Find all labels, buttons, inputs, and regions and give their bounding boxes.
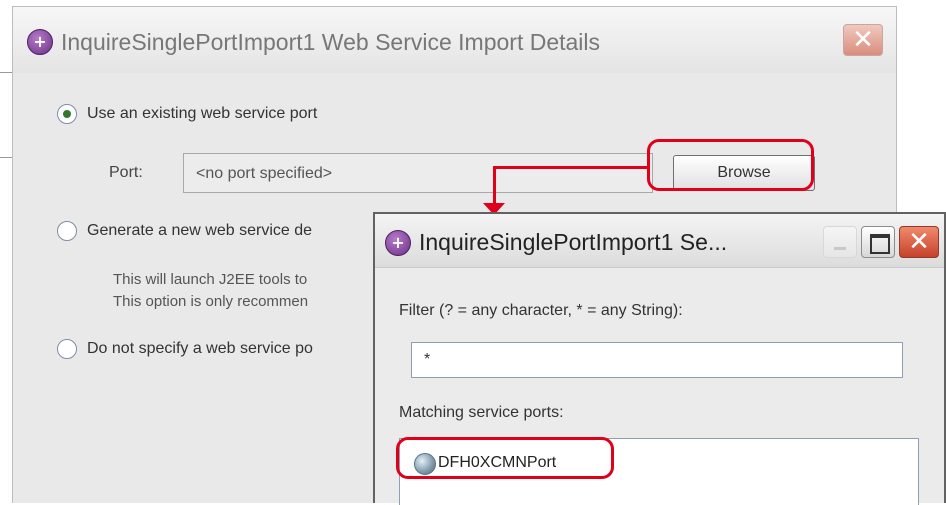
edge-line <box>0 157 12 158</box>
close-icon: ✕ <box>908 227 930 257</box>
port-value: <no port specified> <box>196 165 333 182</box>
edge-line <box>0 72 12 73</box>
dialog-title: InquireSinglePortImport1 Web Service Imp… <box>61 29 601 55</box>
maximize-button[interactable] <box>861 226 895 258</box>
minimize-button[interactable] <box>823 226 857 258</box>
option-existing-label: Use an existing web service port <box>87 105 318 122</box>
app-icon: + <box>27 29 53 55</box>
close-icon: ✕ <box>852 25 874 55</box>
callout-arrow-line <box>493 166 648 169</box>
browse-highlight <box>647 139 814 191</box>
matching-ports-label: Matching service ports: <box>399 404 564 421</box>
filter-input[interactable]: * <box>411 342 903 378</box>
port-item-highlight <box>396 437 614 479</box>
popup-titlebar: + InquireSinglePortImport1 Se... ✕ <box>375 214 944 268</box>
option-generate-label: Generate a new web service de <box>87 222 313 239</box>
callout-arrow-line <box>493 166 496 206</box>
radio-no-port[interactable] <box>57 339 77 359</box>
port-label: Port: <box>109 164 143 181</box>
close-button[interactable]: ✕ <box>899 226 939 258</box>
port-field: <no port specified> <box>183 153 653 193</box>
radio-existing-port[interactable] <box>57 104 77 124</box>
app-icon: + <box>385 230 411 256</box>
dialog-titlebar: + InquireSinglePortImport1 Web Service I… <box>13 7 896 73</box>
filter-value: * <box>424 351 431 368</box>
close-button[interactable]: ✕ <box>843 24 883 56</box>
generate-help-line-2: This option is only recommen <box>113 293 309 310</box>
generate-help-line-1: This will launch J2EE tools to <box>113 271 308 288</box>
radio-generate-port[interactable] <box>57 221 77 241</box>
popup-title: InquireSinglePortImport1 Se... <box>419 229 728 255</box>
filter-label: Filter (? = any character, * = any Strin… <box>399 302 683 319</box>
option-none-label: Do not specify a web service po <box>87 340 313 357</box>
